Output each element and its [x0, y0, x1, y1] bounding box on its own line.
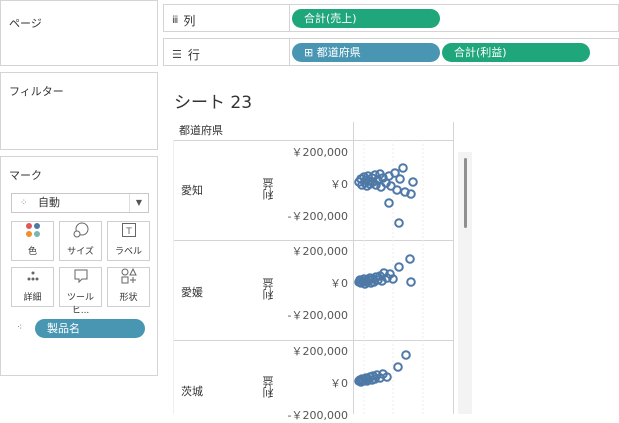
chevron-down-icon: ▼: [129, 194, 148, 212]
scatter-point[interactable]: [384, 198, 394, 208]
scrollbar-thumb[interactable]: [464, 158, 467, 228]
marks-pane: マーク ⁘ 自動 ▼ 色 サイズ T ラベル 詳細 ツールヒ... 形状 ⁖ 製…: [0, 156, 158, 376]
color-button[interactable]: 色: [11, 221, 54, 261]
automatic-mark-icon: ⁘: [20, 198, 28, 208]
row-label-aichi[interactable]: 愛知: [181, 182, 203, 198]
row-label-ehime[interactable]: 愛媛: [181, 284, 203, 300]
color-label: 色: [27, 247, 37, 257]
sheet-title: シート 23: [174, 93, 253, 113]
columns-label: 列: [183, 14, 196, 28]
header-left-border: [173, 140, 174, 414]
shape-label: 形状: [119, 293, 138, 303]
vertical-scrollbar[interactable]: [458, 152, 472, 414]
scatter-point[interactable]: [395, 174, 405, 184]
scatter-point[interactable]: [406, 277, 416, 287]
mark-type-value: 自動: [38, 196, 60, 209]
detail-pill-product-name[interactable]: 製品名: [35, 319, 145, 338]
size-button[interactable]: サイズ: [59, 221, 102, 261]
columns-shelf-header: iii 列: [172, 12, 195, 29]
label-button[interactable]: T ラベル: [107, 221, 150, 261]
y-tick-ibaraki-top: ￥200,000: [291, 345, 349, 358]
tooltip-icon: [60, 268, 101, 290]
scatter-point[interactable]: [401, 350, 411, 360]
pages-title: ページ: [9, 17, 42, 30]
rows-drop-area[interactable]: ⊞ 都道府県 合計(利益): [289, 39, 618, 65]
columns-icon: iii: [172, 15, 178, 26]
y-tick-ehime-bottom: -￥200,000: [287, 309, 348, 322]
tooltip-label: ツールヒ...: [66, 293, 94, 316]
rows-shelf-header: ☰ 行: [172, 46, 200, 63]
plot-right-border: [453, 122, 454, 414]
columns-pill-sum-sales[interactable]: 合計(売上): [292, 9, 440, 28]
row-label-ibaraki[interactable]: 茨城: [181, 383, 203, 399]
columns-shelf: iii 列 合計(売上): [163, 4, 619, 32]
size-label: サイズ: [67, 247, 94, 257]
columns-drop-area[interactable]: 合計(売上): [289, 5, 618, 31]
rows-pill-sum-profit[interactable]: 合計(利益): [442, 43, 590, 62]
svg-text:T: T: [125, 227, 132, 237]
marks-title: マーク: [9, 169, 42, 182]
y-tick-aichi-bottom: -￥200,000: [287, 210, 348, 223]
shape-button[interactable]: 形状: [107, 267, 150, 307]
y-tick-aichi-top: ￥200,000: [291, 146, 349, 159]
scatter-plot[interactable]: [353, 140, 453, 414]
tooltip-button[interactable]: ツールヒ...: [59, 267, 102, 316]
scatter-point[interactable]: [398, 163, 408, 173]
rows-icon: ☰: [172, 48, 182, 61]
rows-shelf: ☰ 行 ⊞ 都道府県 合計(利益): [163, 38, 619, 66]
mark-type-dropdown[interactable]: ⁘ 自動 ▼: [11, 193, 149, 213]
rows-pill-prefecture[interactable]: ⊞ 都道府県: [292, 43, 440, 62]
filters-pane[interactable]: フィルター: [0, 72, 158, 150]
y-tick-ibaraki-zero: ￥0: [330, 377, 348, 390]
rows-label: 行: [187, 48, 200, 62]
y-tick-ibaraki-bottom: -￥200,000: [287, 409, 348, 422]
shape-icon: [108, 267, 149, 290]
y-tick-ehime-zero: ￥0: [330, 277, 348, 290]
label-label: ラベル: [114, 247, 142, 257]
row-header-prefecture[interactable]: 都道府県: [179, 122, 223, 138]
scatter-point[interactable]: [405, 254, 415, 264]
scatter-point[interactable]: [394, 218, 404, 228]
pages-pane[interactable]: ページ: [0, 0, 158, 66]
size-icon: [60, 222, 101, 244]
color-dots-icon: [12, 222, 53, 244]
scatter-point[interactable]: [392, 185, 402, 195]
detail-type-icon: ⁖: [17, 323, 23, 333]
scatter-point[interactable]: [394, 262, 404, 272]
label-icon: T: [108, 222, 149, 244]
worksheet-view: シート 23 都道府県 愛知 利益 ￥200,000 ￥0 -￥200,000 …: [163, 72, 619, 422]
scatter-point[interactable]: [393, 362, 403, 372]
detail-icon: [12, 268, 53, 290]
y-tick-aichi-zero: ￥0: [330, 178, 348, 191]
y-tick-ehime-top: ￥200,000: [291, 245, 349, 258]
scatter-point[interactable]: [408, 177, 418, 187]
detail-label: 詳細: [23, 293, 42, 303]
filters-title: フィルター: [9, 85, 64, 98]
detail-button[interactable]: 詳細: [11, 267, 54, 307]
